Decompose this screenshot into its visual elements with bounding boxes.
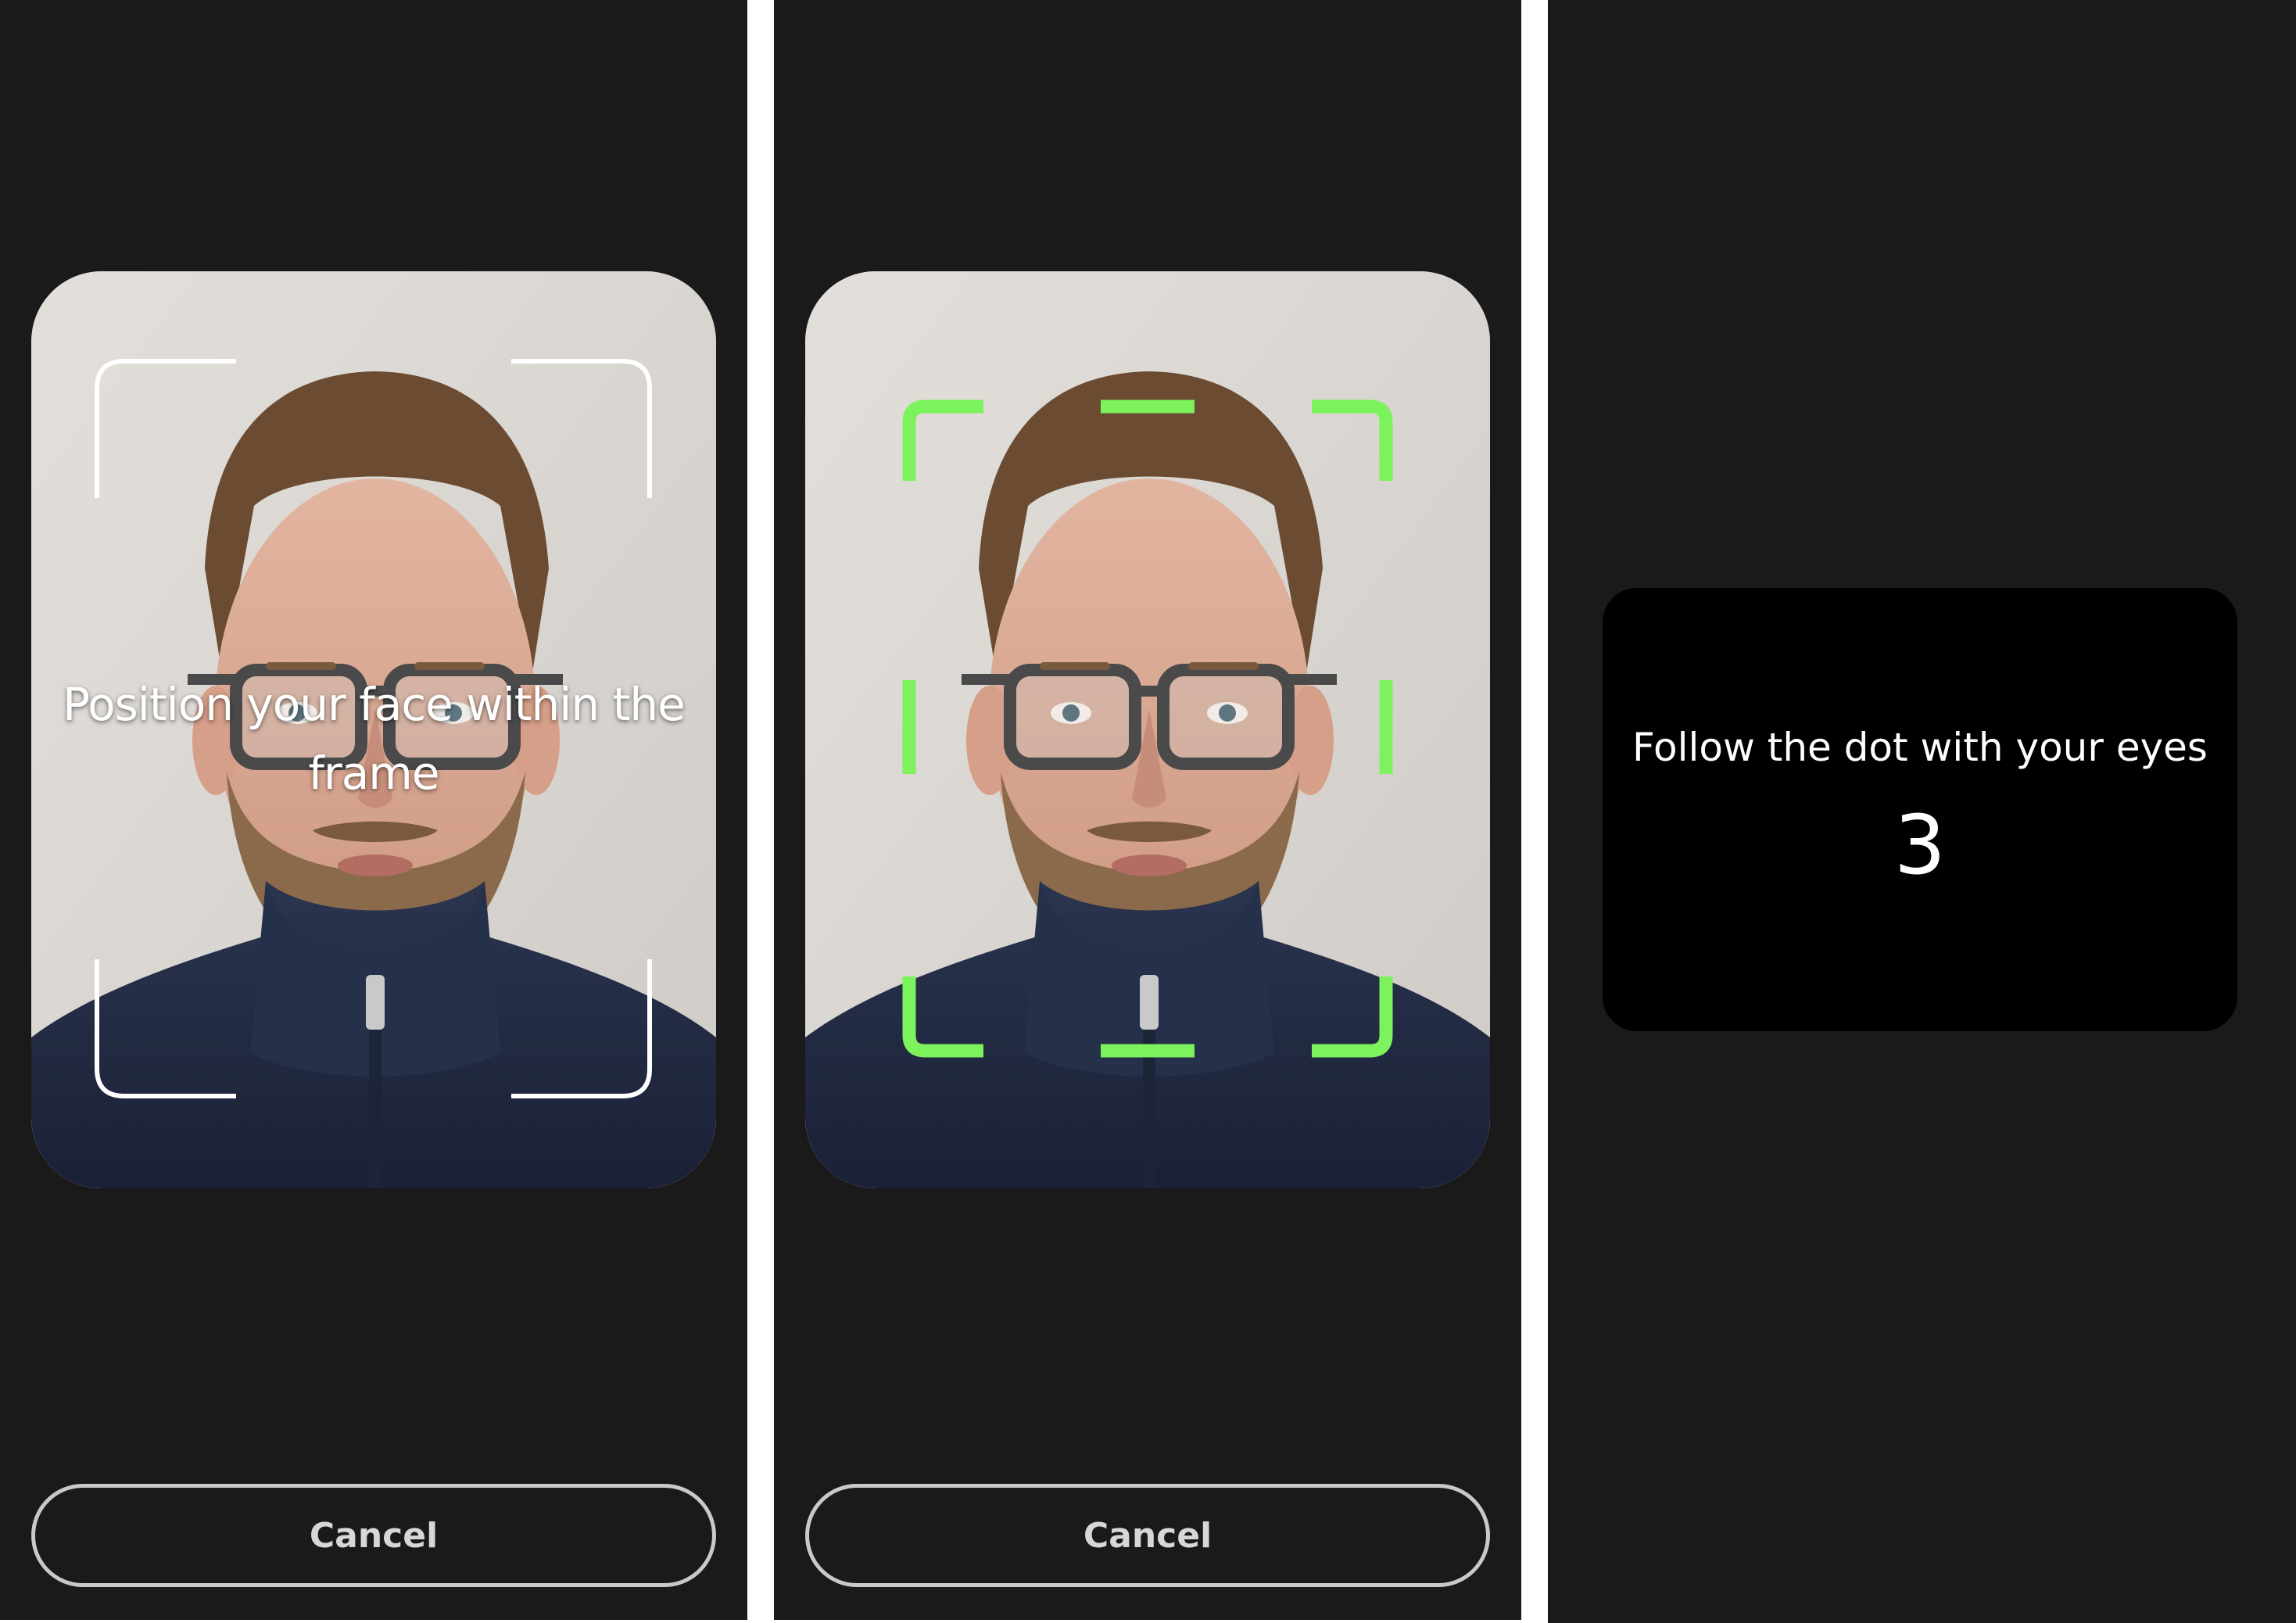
camera-preview (805, 271, 1490, 1188)
face-position-instruction: Position your face within the frame (63, 678, 686, 800)
screen-eye-tracking-countdown: Follow the dot with your eyes 3 (1548, 0, 2296, 1623)
face-frame-dashed-icon (902, 399, 1393, 1058)
screen-face-detected: Cancel (774, 0, 1521, 1620)
follow-dot-instruction: Follow the dot with your eyes (1632, 725, 2208, 770)
screen-face-position: Position your face within the frame Canc… (0, 0, 747, 1620)
countdown-card: Follow the dot with your eyes 3 (1603, 588, 2237, 1031)
camera-preview: Position your face within the frame (31, 271, 716, 1188)
cancel-button[interactable]: Cancel (31, 1484, 716, 1587)
cancel-button[interactable]: Cancel (805, 1484, 1490, 1587)
countdown-number: 3 (1893, 797, 1947, 893)
